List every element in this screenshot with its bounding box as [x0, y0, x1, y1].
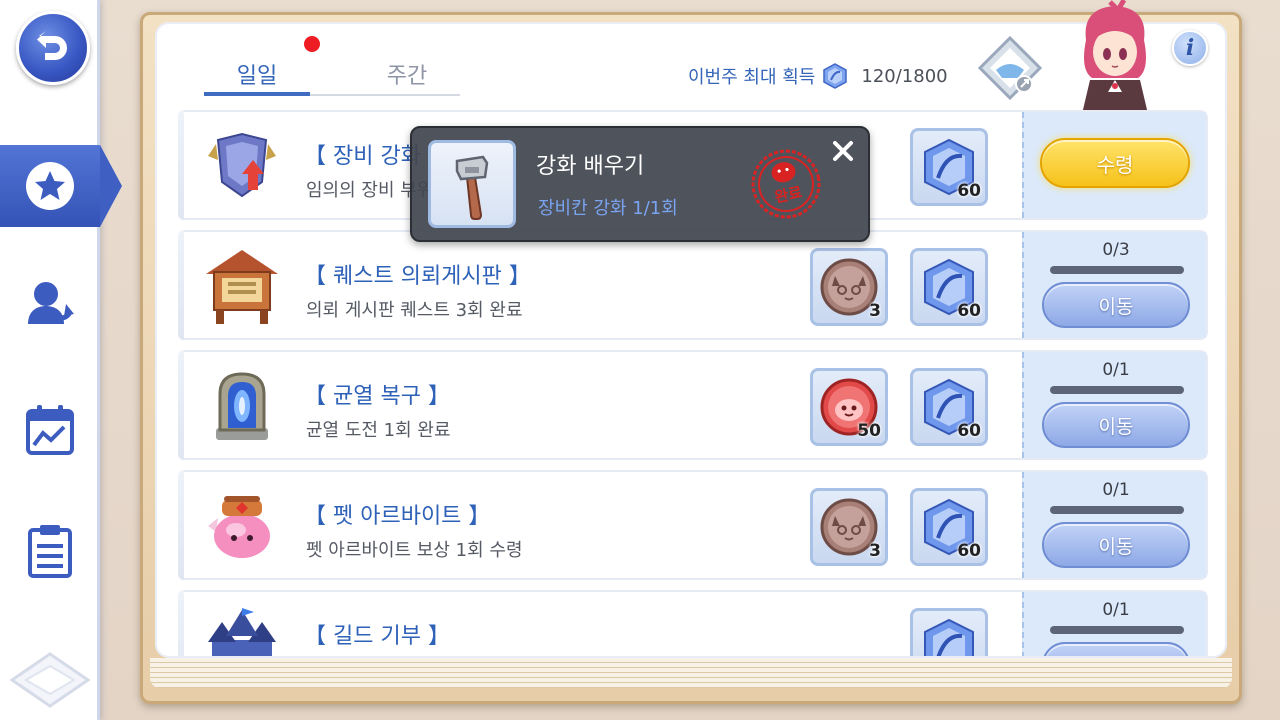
- quest-title: 【 펫 아르바이트 】: [304, 504, 491, 529]
- list-item: 【 퀘스트 의뢰게시판 】 의뢰 게시판 퀘스트 3회 완료 3 60 0/3 …: [178, 230, 1208, 340]
- close-icon[interactable]: [828, 136, 858, 166]
- clipboard-icon: [28, 525, 72, 578]
- reward-amount: 60: [957, 421, 981, 441]
- action-panel: 0/1 이동: [1022, 352, 1206, 458]
- side-menu: [0, 0, 122, 720]
- calendar-chart-icon: [26, 405, 74, 455]
- reward-slot[interactable]: 60: [910, 368, 988, 446]
- page-stack: [150, 658, 1232, 688]
- weekly-max-reward: 이번주 최대 획득 120/1800: [688, 60, 948, 92]
- reward-amount: 60: [957, 541, 981, 561]
- reward-slot[interactable]: 60: [910, 488, 988, 566]
- move-button[interactable]: 이동: [1042, 402, 1190, 448]
- reward-slot[interactable]: 60: [910, 248, 988, 326]
- reward-slot[interactable]: [910, 608, 988, 656]
- guide-character-icon: [1082, 0, 1148, 114]
- side-tab-mission[interactable]: [0, 145, 122, 227]
- tooltip-subtitle: 장비칸 강화 1/1회: [538, 198, 678, 219]
- quest-detail-tooltip: 강화 배우기 장비칸 강화 1/1회 완료: [410, 126, 870, 242]
- quest-emblem-icon[interactable]: [978, 36, 1042, 100]
- side-tab-board[interactable]: [22, 522, 78, 578]
- side-tab-character[interactable]: [22, 276, 78, 332]
- reward-slot[interactable]: 50: [810, 368, 888, 446]
- reward-amount: 60: [957, 181, 981, 201]
- svg-text:완료: 완료: [773, 183, 804, 206]
- back-button[interactable]: [16, 11, 90, 85]
- quest-title: 【 길드 기부 】: [304, 624, 450, 649]
- claim-button[interactable]: 수령: [1040, 138, 1190, 188]
- quest-title: 【 균열 복구 】: [304, 384, 450, 409]
- reward-amount: 60: [957, 301, 981, 321]
- rift-portal-icon: [216, 372, 268, 440]
- tooltip-title: 강화 배우기: [536, 154, 645, 179]
- reward-amount: 50: [857, 421, 881, 441]
- move-button[interactable]: 이동: [1042, 522, 1190, 568]
- quest-desc: 의뢰 게시판 퀘스트 3회 완료: [306, 300, 523, 321]
- tooltip-icon-box: [428, 140, 516, 228]
- action-panel: 0/1 이동: [1022, 472, 1206, 578]
- pet-poring-icon: [208, 496, 270, 558]
- tab-divider: [310, 94, 460, 96]
- move-button[interactable]: 이동: [1042, 642, 1190, 656]
- progress-bar: [1050, 506, 1184, 514]
- quest-desc: 균열 도전 1회 완료: [306, 420, 451, 441]
- list-item: 【 균열 복구 】 균열 도전 1회 완료 50 60 0/1 이동: [178, 350, 1208, 460]
- progress-bar: [1050, 266, 1184, 274]
- progress-text: 0/3: [1102, 240, 1130, 260]
- weekly-max-value: 120/1800: [861, 65, 948, 87]
- back-icon: [37, 31, 67, 60]
- blue-gem-icon: [924, 618, 974, 656]
- info-button[interactable]: i: [1172, 30, 1208, 66]
- tab-daily[interactable]: 일일: [204, 52, 310, 96]
- complete-stamp-icon: 완료: [751, 149, 821, 219]
- tab-weekly[interactable]: 주간: [354, 52, 460, 96]
- notice-dot: [304, 36, 320, 52]
- action-panel: 0/3 이동: [1022, 232, 1206, 338]
- reward-slot[interactable]: 3: [810, 248, 888, 326]
- progress-text: 0/1: [1102, 600, 1130, 620]
- progress-text: 0/1: [1102, 360, 1130, 380]
- weekly-max-label: 이번주 최대 획득: [688, 67, 816, 88]
- progress-bar: [1050, 386, 1184, 394]
- list-item: 【 길드 기부 】 0/1 이동: [178, 590, 1208, 656]
- reward-amount: 3: [869, 301, 881, 321]
- period-tabs: 일일 주간: [204, 36, 460, 96]
- character-refresh-icon: [28, 282, 74, 324]
- reward-slot[interactable]: 60: [910, 128, 988, 206]
- side-tab-growth[interactable]: [22, 402, 78, 458]
- guild-castle-icon: [208, 608, 276, 656]
- equipment-upgrade-icon: [208, 132, 276, 198]
- move-button[interactable]: 이동: [1042, 282, 1190, 328]
- hammer-icon: [455, 155, 489, 220]
- progress-bar: [1050, 626, 1184, 634]
- quest-board-icon: [206, 250, 278, 324]
- list-item: 【 펫 아르바이트 】 펫 아르바이트 보상 1회 수령 3 60 0/1 이동: [178, 470, 1208, 580]
- quest-desc: 펫 아르바이트 보상 1회 수령: [306, 540, 523, 561]
- action-panel: 수령: [1022, 112, 1206, 218]
- progress-text: 0/1: [1102, 480, 1130, 500]
- blue-gem-icon: [823, 63, 848, 89]
- scroll-more-icon[interactable]: [8, 650, 92, 710]
- reward-slot[interactable]: 3: [810, 488, 888, 566]
- star-icon: [22, 158, 78, 214]
- quest-title: 【 퀘스트 의뢰게시판 】: [304, 264, 531, 289]
- tab-active-indicator: [204, 92, 310, 96]
- reward-amount: 3: [869, 541, 881, 561]
- action-panel: 0/1 이동: [1022, 592, 1206, 656]
